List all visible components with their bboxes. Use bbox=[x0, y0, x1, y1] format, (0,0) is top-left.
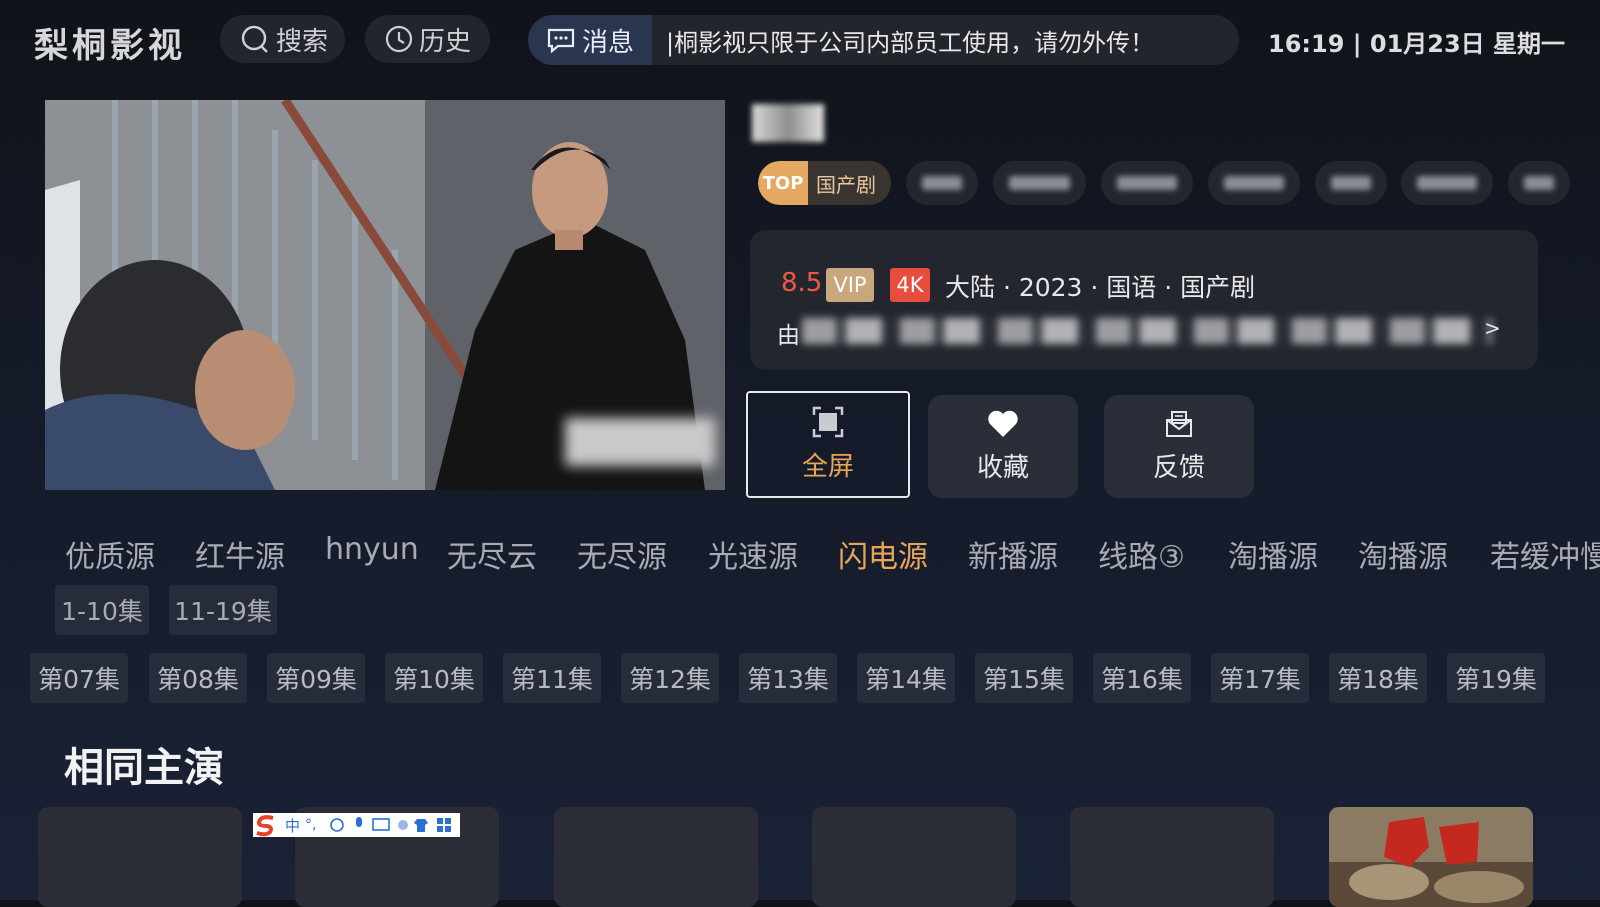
clock-icon bbox=[385, 25, 413, 53]
source-tab[interactable]: 优质源 bbox=[65, 532, 155, 576]
episode-range[interactable]: 11-19集 bbox=[169, 585, 277, 635]
favorite-button[interactable]: 收藏 bbox=[928, 395, 1078, 498]
tag-blurred[interactable] bbox=[1208, 161, 1300, 205]
chat-icon bbox=[547, 28, 575, 54]
mail-icon bbox=[1166, 411, 1192, 437]
related-card[interactable] bbox=[554, 807, 758, 907]
source-tab[interactable]: hnyun bbox=[325, 532, 419, 567]
video-frame bbox=[45, 100, 725, 490]
episode-item[interactable]: 第07集 bbox=[30, 653, 128, 703]
tag-blurred[interactable] bbox=[1401, 161, 1493, 205]
episode-range[interactable]: 1-10集 bbox=[55, 585, 149, 635]
episode-item[interactable]: 第15集 bbox=[975, 653, 1073, 703]
cast-prefix: 由 bbox=[777, 323, 800, 349]
tag-blurred[interactable] bbox=[993, 161, 1086, 205]
message-tag-label: 消息 bbox=[581, 27, 634, 58]
title-blurred bbox=[752, 104, 824, 142]
episode-item[interactable]: 第16集 bbox=[1093, 653, 1191, 703]
source-tab-active[interactable]: 闪电源 bbox=[838, 532, 928, 576]
source-tab[interactable]: 线路③ bbox=[1098, 532, 1185, 576]
poster-image bbox=[1329, 807, 1533, 907]
source-tab[interactable]: 淘播源 bbox=[1358, 532, 1448, 576]
section-title: 相同主演 bbox=[64, 745, 224, 791]
episode-item[interactable]: 第08集 bbox=[149, 653, 247, 703]
source-tab[interactable]: 新播源 bbox=[968, 532, 1058, 576]
quality-badge: 4K bbox=[890, 268, 930, 302]
episode-item[interactable]: 第17集 bbox=[1211, 653, 1309, 703]
source-tab[interactable]: 无尽源 bbox=[577, 532, 667, 576]
source-tab[interactable]: 若缓冲慢或 bbox=[1490, 532, 1600, 576]
source-tab[interactable]: 淘播源 bbox=[1228, 532, 1318, 576]
tag-blurred[interactable] bbox=[1508, 161, 1570, 205]
episode-item[interactable]: 第12集 bbox=[621, 653, 719, 703]
related-card[interactable] bbox=[812, 807, 1016, 907]
fullscreen-label: 全屏 bbox=[801, 452, 854, 482]
search-button[interactable]: 搜索 bbox=[220, 15, 345, 63]
rating: 8.5 bbox=[781, 268, 823, 298]
favorite-label: 收藏 bbox=[976, 453, 1029, 483]
tag-blurred[interactable] bbox=[1315, 161, 1387, 205]
message-bar[interactable]: 消息 |桐影视只限于公司内部员工使用，请勿外传！ bbox=[528, 15, 1239, 65]
svg-text:°,: °, bbox=[305, 817, 316, 833]
cast-more-arrow[interactable]: > bbox=[1484, 316, 1501, 340]
fullscreen-icon bbox=[812, 406, 844, 438]
category-tag[interactable]: TOP 国产剧 bbox=[758, 161, 891, 205]
ime-icons: 中 °, bbox=[253, 813, 451, 837]
vip-badge: VIP bbox=[826, 268, 874, 302]
source-tab[interactable]: 光速源 bbox=[708, 532, 798, 576]
related-card[interactable] bbox=[38, 807, 242, 907]
svg-text:中: 中 bbox=[285, 817, 300, 835]
message-tag: 消息 bbox=[528, 15, 652, 65]
history-label: 历史 bbox=[419, 26, 472, 57]
episode-item[interactable]: 第10集 bbox=[385, 653, 483, 703]
episode-item[interactable]: 第19集 bbox=[1447, 653, 1545, 703]
related-card-poster[interactable] bbox=[1329, 807, 1533, 907]
source-tab[interactable]: 红牛源 bbox=[195, 532, 285, 576]
category-tag-label: 国产剧 bbox=[816, 172, 876, 197]
ime-toolbar[interactable]: 中 °, bbox=[253, 813, 460, 837]
history-button[interactable]: 历史 bbox=[365, 15, 490, 63]
episode-item[interactable]: 第09集 bbox=[267, 653, 365, 703]
tag-blurred[interactable] bbox=[1101, 161, 1193, 205]
tag-blurred[interactable] bbox=[906, 161, 978, 205]
episode-item[interactable]: 第18集 bbox=[1329, 653, 1427, 703]
episode-item[interactable]: 第14集 bbox=[857, 653, 955, 703]
feedback-button[interactable]: 反馈 bbox=[1104, 395, 1254, 498]
app-logo: 梨桐影视 bbox=[34, 26, 186, 66]
fullscreen-button[interactable]: 全屏 bbox=[746, 391, 910, 498]
heart-icon bbox=[988, 410, 1018, 437]
meta-info: 大陆 · 2023 · 国语 · 国产剧 bbox=[945, 273, 1256, 302]
episode-item[interactable]: 第13集 bbox=[739, 653, 837, 703]
message-text: |桐影视只限于公司内部员工使用，请勿外传！ bbox=[666, 28, 1155, 57]
source-tab[interactable]: 无尽云 bbox=[447, 532, 537, 576]
search-icon bbox=[241, 25, 268, 53]
search-label: 搜索 bbox=[276, 26, 329, 57]
cast-list-blurred bbox=[802, 318, 1492, 344]
episode-item[interactable]: 第11集 bbox=[503, 653, 601, 703]
video-player[interactable] bbox=[45, 100, 725, 490]
related-card[interactable] bbox=[1070, 807, 1274, 907]
top-badge: TOP bbox=[758, 161, 808, 205]
clock: 16:19 | 01月23日 星期一 bbox=[1268, 30, 1566, 58]
feedback-label: 反馈 bbox=[1152, 453, 1205, 483]
